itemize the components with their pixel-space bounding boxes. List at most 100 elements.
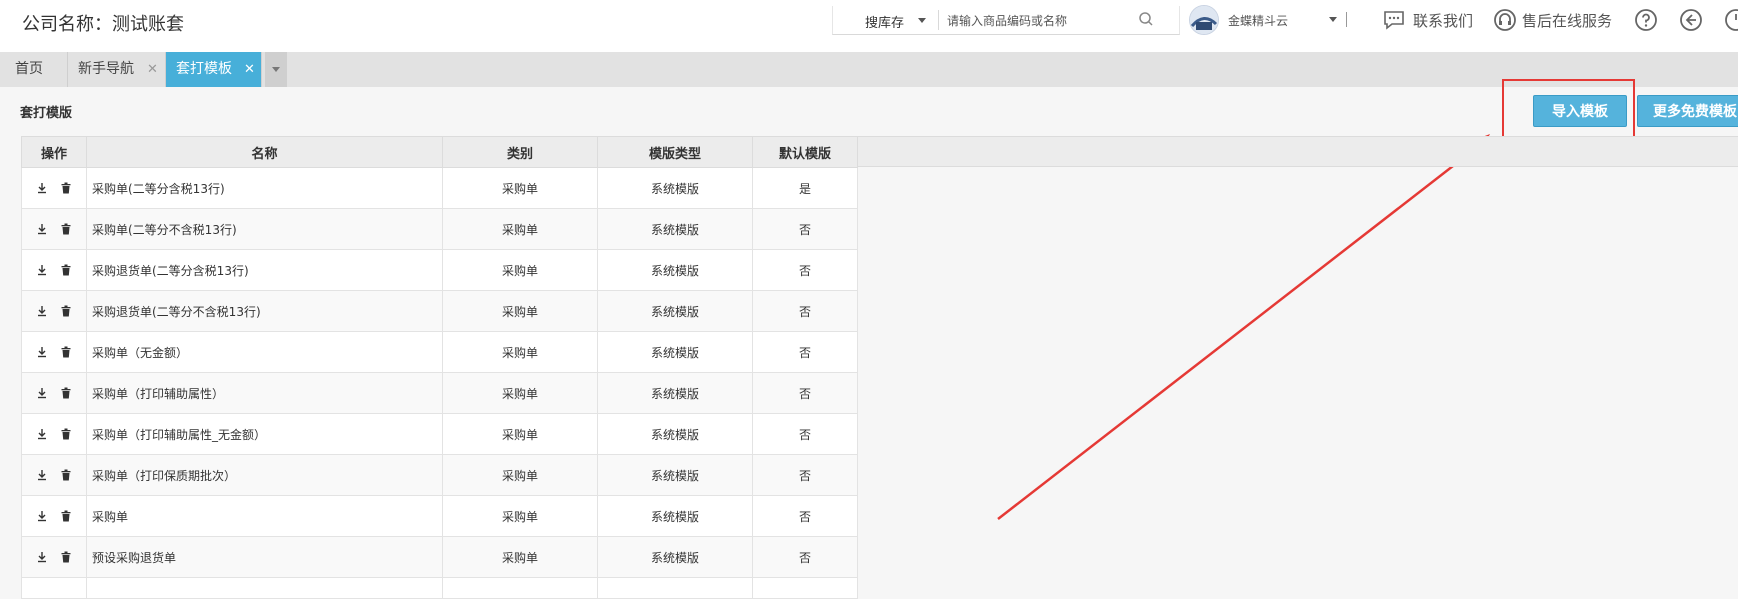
column-header-default[interactable]: 默认模版	[752, 136, 858, 168]
row-actions	[21, 577, 87, 599]
download-icon[interactable]	[37, 387, 47, 399]
trash-icon[interactable]	[61, 182, 71, 194]
more-templates-button[interactable]: 更多免费模板	[1637, 95, 1738, 127]
column-header-name[interactable]: 名称	[86, 136, 443, 168]
close-icon[interactable]: ✕	[147, 52, 158, 87]
cell-name	[86, 577, 443, 599]
download-icon[interactable]	[37, 223, 47, 235]
search-scope-select[interactable]: 搜库存	[865, 12, 904, 31]
download-icon[interactable]	[37, 182, 47, 194]
cell-category	[442, 577, 598, 599]
table-row[interactable]: 采购单(二等分不含税13行) 采购单 系统模版否	[21, 208, 858, 250]
headset-icon[interactable]	[1493, 8, 1517, 32]
cell-name: 采购单（打印保质期批次）	[86, 454, 443, 496]
cell-template-type: 系统模版	[597, 372, 753, 414]
download-icon[interactable]	[37, 469, 47, 481]
cell-default: 否	[752, 208, 858, 250]
tab-guide[interactable]: 新手导航 ✕	[68, 52, 166, 87]
cell-default: 否	[752, 495, 858, 537]
power-icon[interactable]	[1724, 8, 1738, 32]
page-title: 套打模版	[20, 106, 73, 121]
table-header-row: 操作 名称 类别 模版类型 默认模版	[21, 136, 858, 168]
cell-default: 否	[752, 454, 858, 496]
search-input[interactable]	[945, 10, 1144, 32]
chevron-down-icon[interactable]	[918, 18, 926, 23]
row-actions	[21, 372, 87, 414]
tab-print-template[interactable]: 套打模板 ✕	[166, 52, 262, 87]
chat-icon[interactable]	[1383, 10, 1405, 30]
row-actions	[21, 454, 87, 496]
cell-template-type: 系统模版	[597, 290, 753, 332]
tab-label: 首页	[15, 61, 43, 77]
cell-default: 否	[752, 413, 858, 455]
trash-icon[interactable]	[61, 223, 71, 235]
table-row[interactable]: 采购单 采购单 系统模版否	[21, 495, 858, 537]
row-actions	[21, 413, 87, 455]
tab-overflow-button[interactable]	[265, 52, 287, 87]
download-icon[interactable]	[37, 346, 47, 358]
help-icon[interactable]	[1634, 8, 1658, 32]
cell-template-type: 系统模版	[597, 249, 753, 291]
row-actions	[21, 536, 87, 578]
cell-default: 否	[752, 372, 858, 414]
row-actions	[21, 249, 87, 291]
table-row[interactable]: 采购单（无金额） 采购单 系统模版否	[21, 331, 858, 373]
cell-category: 采购单	[442, 454, 598, 496]
contact-link[interactable]: 联系我们	[1413, 10, 1473, 31]
trash-icon[interactable]	[61, 346, 71, 358]
cell-category: 采购单	[442, 249, 598, 291]
cell-template-type	[597, 577, 753, 599]
search-divider	[938, 10, 939, 30]
after-sales-link[interactable]: 售后在线服务	[1522, 10, 1612, 31]
tab-label: 新手导航	[78, 61, 134, 77]
cell-category: 采购单	[442, 167, 598, 209]
table-row[interactable]: 预设采购退货单 采购单 系统模版否	[21, 536, 858, 578]
search-icon[interactable]	[1138, 11, 1154, 27]
trash-icon[interactable]	[61, 305, 71, 317]
download-icon[interactable]	[37, 264, 47, 276]
cell-category: 采购单	[442, 495, 598, 537]
cell-name: 采购单（打印辅助属性_无金额）	[86, 413, 443, 455]
tab-label: 套打模板	[176, 61, 232, 77]
cell-category: 采购单	[442, 208, 598, 250]
cell-name: 采购退货单(二等分不含税13行)	[86, 290, 443, 332]
table-row[interactable]: 采购退货单(二等分含税13行) 采购单 系统模版否	[21, 249, 858, 291]
trash-icon[interactable]	[61, 510, 71, 522]
cell-category: 采购单	[442, 536, 598, 578]
trash-icon[interactable]	[61, 551, 71, 563]
trash-icon[interactable]	[61, 387, 71, 399]
user-name[interactable]: 金蝶精斗云	[1228, 12, 1288, 29]
top-header: 公司名称：测试账套 搜库存 金蝶精斗云 联系我们 售后在线服务	[0, 0, 1738, 52]
chevron-down-icon[interactable]	[1329, 17, 1337, 22]
cell-name: 采购单	[86, 495, 443, 537]
cell-name: 采购单(二等分含税13行)	[86, 167, 443, 209]
cell-default: 否	[752, 536, 858, 578]
download-icon[interactable]	[37, 428, 47, 440]
trash-icon[interactable]	[61, 264, 71, 276]
table-row[interactable]: 采购单（打印辅助属性_无金额） 采购单 系统模版否	[21, 413, 858, 455]
table-row[interactable]: 采购单（打印辅助属性） 采购单 系统模版否	[21, 372, 858, 414]
column-header-template-type[interactable]: 模版类型	[597, 136, 753, 168]
table-row[interactable]: 采购单（打印保质期批次） 采购单 系统模版否	[21, 454, 858, 496]
trash-icon[interactable]	[61, 469, 71, 481]
template-table: 操作 名称 类别 模版类型 默认模版 采购单(二等分含税13行) 采购单 系统模版是…	[21, 136, 858, 599]
back-icon[interactable]	[1679, 8, 1703, 32]
download-icon[interactable]	[37, 510, 47, 522]
trash-icon[interactable]	[61, 428, 71, 440]
avatar[interactable]	[1189, 5, 1219, 35]
cell-name: 采购单（打印辅助属性）	[86, 372, 443, 414]
download-icon[interactable]	[37, 305, 47, 317]
close-icon[interactable]: ✕	[244, 52, 255, 87]
cell-default: 否	[752, 290, 858, 332]
row-actions	[21, 331, 87, 373]
cell-template-type: 系统模版	[597, 495, 753, 537]
table-row[interactable]: 采购退货单(二等分不含税13行) 采购单 系统模版否	[21, 290, 858, 332]
row-actions	[21, 290, 87, 332]
cell-category: 采购单	[442, 290, 598, 332]
tab-home[interactable]: 首页	[5, 52, 68, 87]
download-icon[interactable]	[37, 551, 47, 563]
header-divider	[1346, 12, 1347, 27]
column-header-category[interactable]: 类别	[442, 136, 598, 168]
table-row[interactable]	[21, 577, 858, 599]
table-row[interactable]: 采购单(二等分含税13行) 采购单 系统模版是	[21, 167, 858, 209]
